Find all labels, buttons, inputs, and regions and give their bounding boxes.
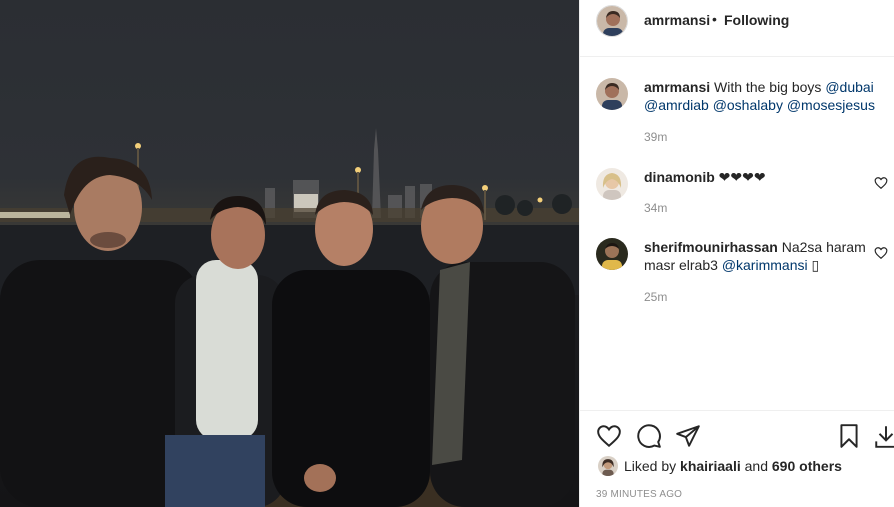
- caption-username[interactable]: amrmansi: [644, 79, 710, 95]
- comments-list: amrmansi With the big boys @dubai @amrdi…: [580, 58, 894, 410]
- liker-username[interactable]: khairiaali: [680, 458, 741, 474]
- caption-avatar[interactable]: [596, 78, 628, 110]
- mention-link[interactable]: @mosesjesus: [787, 97, 875, 113]
- mention-link[interactable]: @oshalaby: [713, 97, 783, 113]
- mention-link[interactable]: @dubai: [825, 79, 873, 95]
- post-photo[interactable]: [0, 0, 579, 507]
- liker-avatar[interactable]: [598, 456, 618, 476]
- commenter-username[interactable]: dinamonib: [644, 169, 715, 185]
- comment-time[interactable]: 34m: [644, 201, 667, 215]
- mention-link[interactable]: @amrdiab: [644, 97, 709, 113]
- bookmark-icon[interactable]: [836, 423, 862, 449]
- header-separator: •: [712, 11, 717, 27]
- likes-prefix: Liked by: [624, 458, 677, 474]
- author-avatar[interactable]: [596, 5, 628, 37]
- post-timestamp[interactable]: 39 MINUTES AGO: [596, 489, 682, 500]
- comment-icon[interactable]: [636, 423, 662, 449]
- post-sidebar: amrmansi • Following amrmansi With the b…: [579, 0, 894, 507]
- following-button[interactable]: Following: [724, 12, 789, 28]
- likes-conj: and: [744, 458, 768, 474]
- comment-time[interactable]: 25m: [644, 290, 667, 304]
- like-comment-icon[interactable]: [874, 176, 888, 190]
- commenter-username[interactable]: sherifmounirhassan: [644, 239, 778, 255]
- likes-others-link[interactable]: 690 others: [772, 458, 842, 474]
- post-actions: Liked by khairiaali and 690 others 39 MI…: [580, 410, 894, 507]
- mention-link[interactable]: @karimmansi: [722, 257, 808, 273]
- heart-icon[interactable]: [596, 423, 622, 449]
- comment-text: ❤❤❤❤: [718, 169, 766, 185]
- commenter-avatar[interactable]: [596, 168, 628, 200]
- caption-body: amrmansi With the big boys @dubai @amrdi…: [644, 78, 876, 114]
- commenter-avatar[interactable]: [596, 238, 628, 270]
- caption-time[interactable]: 39m: [644, 130, 667, 144]
- likes-text: Liked by khairiaali and 690 others: [624, 458, 842, 474]
- photo-scene: [0, 128, 579, 507]
- author-username[interactable]: amrmansi: [644, 12, 710, 28]
- caption-text: With the big boys: [714, 79, 822, 95]
- comment-body: dinamonib ❤❤❤❤: [644, 168, 876, 186]
- like-comment-icon[interactable]: [874, 246, 888, 260]
- comment-trailing-glyph: ▯: [811, 257, 820, 273]
- post-header: amrmansi • Following: [580, 0, 894, 57]
- share-icon[interactable]: [675, 423, 701, 449]
- download-icon[interactable]: [873, 423, 894, 449]
- comment-body: sherifmounirhassan Na2sa haram masr elra…: [644, 238, 876, 274]
